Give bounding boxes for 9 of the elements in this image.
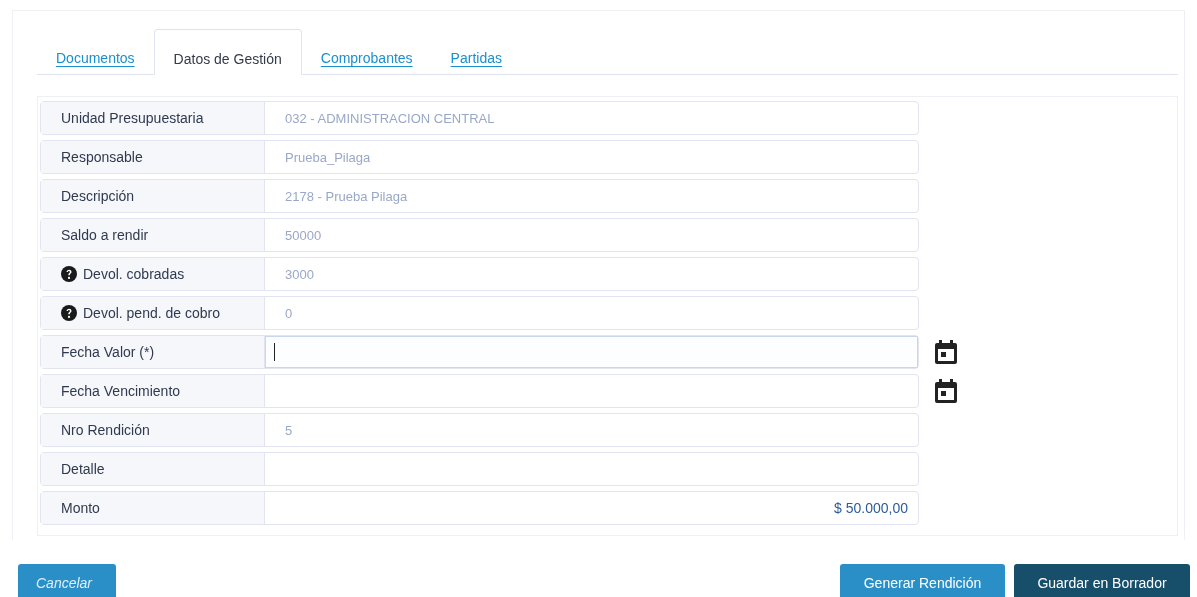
tab[interactable]: Datos de Gestión bbox=[153, 29, 302, 75]
tab[interactable]: Partidas bbox=[431, 29, 521, 75]
calendar-icon[interactable] bbox=[935, 340, 957, 364]
cancel-button[interactable]: Cancelar bbox=[18, 564, 116, 597]
save-draft-button[interactable]: Guardar en Borrador bbox=[1014, 564, 1190, 597]
generate-button[interactable]: Generar Rendición bbox=[840, 564, 1005, 597]
tab[interactable]: Documentos bbox=[37, 29, 154, 75]
tab[interactable]: Comprobantes bbox=[301, 29, 432, 75]
calendar-icon[interactable] bbox=[935, 379, 957, 403]
